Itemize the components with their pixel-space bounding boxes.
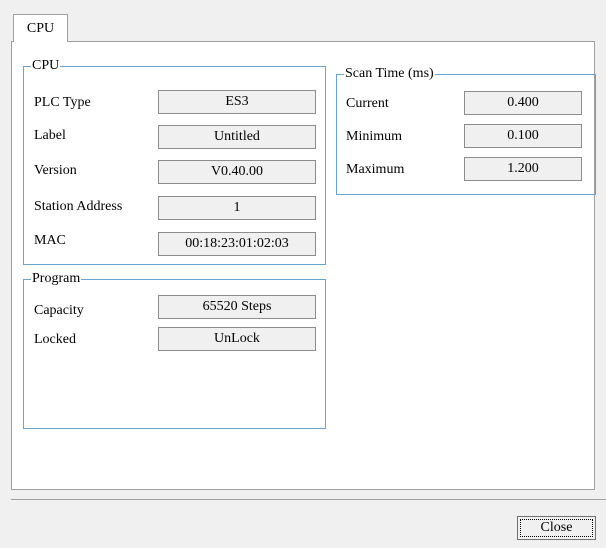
maximum-label: Maximum [346, 162, 405, 177]
tab-cpu-label: CPU [26, 20, 55, 36]
version-label: Version [34, 163, 77, 178]
mac-field: 00:18:23:01:02:03 [158, 232, 316, 256]
plc-type-field: ES3 [158, 90, 316, 114]
capacity-field: 65520 Steps [158, 295, 316, 319]
current-field: 0.400 [464, 91, 582, 115]
program-group: Program Capacity 65520 Steps Locked UnLo… [23, 270, 326, 429]
minimum-label: Minimum [346, 129, 403, 144]
scan-time-group: Scan Time (ms) Current 0.400 Minimum 0.1… [336, 65, 596, 195]
version-field: V0.40.00 [158, 160, 316, 184]
station-address-field: 1 [158, 196, 316, 220]
locked-field: UnLock [158, 327, 316, 351]
maximum-field: 1.200 [464, 157, 582, 181]
scan-time-group-title: Scan Time (ms) [344, 65, 435, 83]
capacity-label: Capacity [34, 303, 84, 318]
plc-type-label: PLC Type [34, 95, 91, 110]
cpu-tab-panel: CPU PLC Type ES3 Label Untitled Version … [11, 41, 596, 490]
program-group-title: Program [31, 270, 82, 288]
current-label: Current [346, 96, 389, 111]
label-label: Label [34, 128, 66, 143]
label-field: Untitled [158, 125, 316, 149]
minimum-field: 0.100 [464, 124, 582, 148]
station-address-label: Station Address [34, 199, 123, 214]
cpu-group: CPU PLC Type ES3 Label Untitled Version … [23, 57, 326, 265]
cpu-group-title: CPU [31, 57, 61, 75]
mac-label: MAC [34, 233, 66, 248]
footer-divider [11, 499, 606, 500]
tab-cpu[interactable]: CPU [13, 14, 68, 42]
close-button[interactable]: Close [517, 516, 596, 540]
locked-label: Locked [34, 332, 76, 347]
